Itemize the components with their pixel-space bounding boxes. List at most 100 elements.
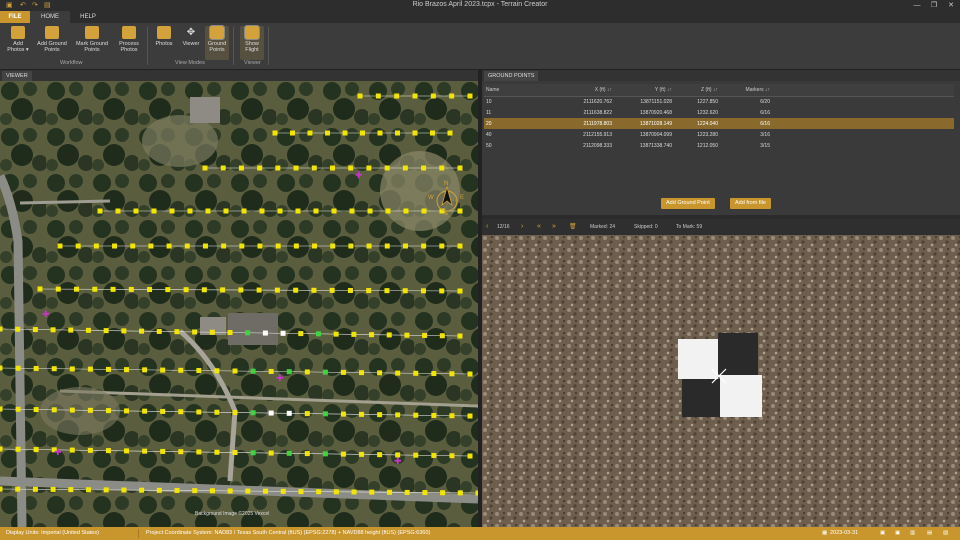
waypoint-marker[interactable] xyxy=(121,328,127,334)
col-y[interactable]: Y (ft) ↓↑ xyxy=(616,84,676,97)
waypoint-marker[interactable] xyxy=(316,489,322,495)
waypoint-marker[interactable] xyxy=(431,452,437,458)
waypoint-marker[interactable] xyxy=(280,488,286,494)
waypoint-marker[interactable] xyxy=(457,243,463,249)
waypoint-marker[interactable] xyxy=(166,243,172,249)
table-row[interactable]: 50 2112098.333 13871338.740 1212.050 3/15 xyxy=(484,140,954,151)
waypoint-marker[interactable] xyxy=(421,208,427,214)
last-photo-icon[interactable]: » xyxy=(552,223,556,231)
status-tool-icon[interactable]: ▣ xyxy=(880,530,885,537)
waypoint-marker[interactable] xyxy=(239,243,245,249)
ground-points-tab[interactable]: GROUND POINTS xyxy=(484,71,539,81)
tab-file[interactable]: FILE xyxy=(0,11,30,23)
photos-button[interactable]: Photos xyxy=(151,26,177,47)
waypoint-marker[interactable] xyxy=(33,407,39,413)
waypoint-marker[interactable] xyxy=(349,208,355,214)
waypoint-marker[interactable] xyxy=(68,327,74,333)
waypoint-marker[interactable] xyxy=(51,366,57,372)
waypoint-marker[interactable] xyxy=(325,130,330,136)
waypoint-marker[interactable] xyxy=(439,288,445,294)
waypoint-marker[interactable] xyxy=(238,165,244,171)
waypoint-marker[interactable] xyxy=(293,243,299,249)
waypoint-marker[interactable] xyxy=(75,243,81,249)
waypoint-marker[interactable] xyxy=(357,93,363,99)
waypoint-marker[interactable] xyxy=(402,165,408,171)
waypoint-marker[interactable] xyxy=(394,93,400,99)
waypoint-marker[interactable] xyxy=(272,130,278,136)
waypoint-marker[interactable] xyxy=(457,490,463,496)
waypoint-marker[interactable] xyxy=(257,165,263,171)
waypoint-marker[interactable] xyxy=(174,487,180,493)
waypoint-marker[interactable] xyxy=(220,165,226,171)
waypoint-marker[interactable] xyxy=(402,243,408,249)
waypoint-marker[interactable] xyxy=(412,93,418,99)
waypoint-marker[interactable] xyxy=(147,287,153,293)
waypoint-marker[interactable] xyxy=(377,370,383,376)
waypoint-marker[interactable] xyxy=(183,287,189,293)
waypoint-marker[interactable] xyxy=(359,370,365,376)
waypoint-marker[interactable] xyxy=(148,243,154,249)
ground-point-marker-icon[interactable]: ✚ xyxy=(394,457,402,467)
table-row[interactable]: 40 2112155.913 13870904.099 1223.280 3/16 xyxy=(484,129,954,140)
waypoint-marker[interactable] xyxy=(105,448,111,454)
waypoint-marker[interactable] xyxy=(156,328,162,334)
waypoint-marker[interactable] xyxy=(304,369,310,375)
waypoint-marker[interactable] xyxy=(69,447,75,453)
waypoint-marker[interactable] xyxy=(315,331,321,337)
waypoint-marker[interactable] xyxy=(331,208,337,214)
waypoint-marker[interactable] xyxy=(351,489,357,495)
waypoint-marker[interactable] xyxy=(449,413,455,419)
waypoint-marker[interactable] xyxy=(223,208,229,214)
show-flight-button[interactable]: Show Flight xyxy=(240,25,264,60)
waypoint-marker[interactable] xyxy=(15,365,21,371)
waypoint-marker[interactable] xyxy=(384,165,390,171)
waypoint-marker[interactable] xyxy=(395,370,401,376)
col-x[interactable]: X (ft) ↓↑ xyxy=(536,84,616,97)
waypoint-marker[interactable] xyxy=(165,287,171,293)
waypoint-marker[interactable] xyxy=(275,243,281,249)
waypoint-marker[interactable] xyxy=(431,371,437,377)
process-photos-button[interactable]: Process Photos xyxy=(114,26,144,53)
waypoint-marker[interactable] xyxy=(384,243,390,249)
waypoint-marker[interactable] xyxy=(333,331,339,337)
waypoint-marker[interactable] xyxy=(103,487,109,493)
waypoint-marker[interactable] xyxy=(93,243,99,249)
waypoint-marker[interactable] xyxy=(286,410,292,416)
viewer-tab[interactable]: VIEWER xyxy=(2,71,32,81)
ground-point-marker-icon[interactable]: ✚ xyxy=(54,448,62,458)
waypoint-marker[interactable] xyxy=(238,287,244,293)
waypoint-marker[interactable] xyxy=(421,243,427,249)
waypoint-marker[interactable] xyxy=(403,208,409,214)
add-ground-points-button[interactable]: Add Ground Points xyxy=(34,26,70,53)
waypoint-marker[interactable] xyxy=(55,286,61,292)
waypoint-marker[interactable] xyxy=(178,449,184,455)
waypoint-marker[interactable] xyxy=(304,411,310,417)
waypoint-marker[interactable] xyxy=(467,413,473,419)
waypoint-marker[interactable] xyxy=(121,487,127,493)
waypoint-marker[interactable] xyxy=(69,407,75,413)
waypoint-marker[interactable] xyxy=(209,488,215,494)
waypoint-marker[interactable] xyxy=(348,165,354,171)
waypoint-marker[interactable] xyxy=(160,448,166,454)
waypoint-marker[interactable] xyxy=(298,331,304,337)
waypoint-marker[interactable] xyxy=(37,286,43,292)
waypoint-marker[interactable] xyxy=(439,165,445,171)
waypoint-marker[interactable] xyxy=(369,489,375,495)
close-button[interactable]: ✕ xyxy=(944,0,958,11)
waypoint-marker[interactable] xyxy=(142,367,148,373)
waypoint-marker[interactable] xyxy=(33,447,39,453)
waypoint-marker[interactable] xyxy=(430,93,436,99)
waypoint-marker[interactable] xyxy=(151,208,157,214)
waypoint-marker[interactable] xyxy=(413,370,419,376)
waypoint-marker[interactable] xyxy=(342,130,348,136)
waypoint-marker[interactable] xyxy=(431,412,437,418)
waypoint-marker[interactable] xyxy=(174,329,180,335)
waypoint-marker[interactable] xyxy=(85,327,91,333)
waypoint-marker[interactable] xyxy=(386,332,392,338)
waypoint-marker[interactable] xyxy=(130,243,136,249)
photo-view[interactable] xyxy=(482,235,960,527)
waypoint-marker[interactable] xyxy=(196,368,202,374)
waypoint-marker[interactable] xyxy=(340,451,346,457)
col-markers[interactable]: Markers ↓↑ xyxy=(722,84,774,97)
waypoint-marker[interactable] xyxy=(57,243,63,249)
